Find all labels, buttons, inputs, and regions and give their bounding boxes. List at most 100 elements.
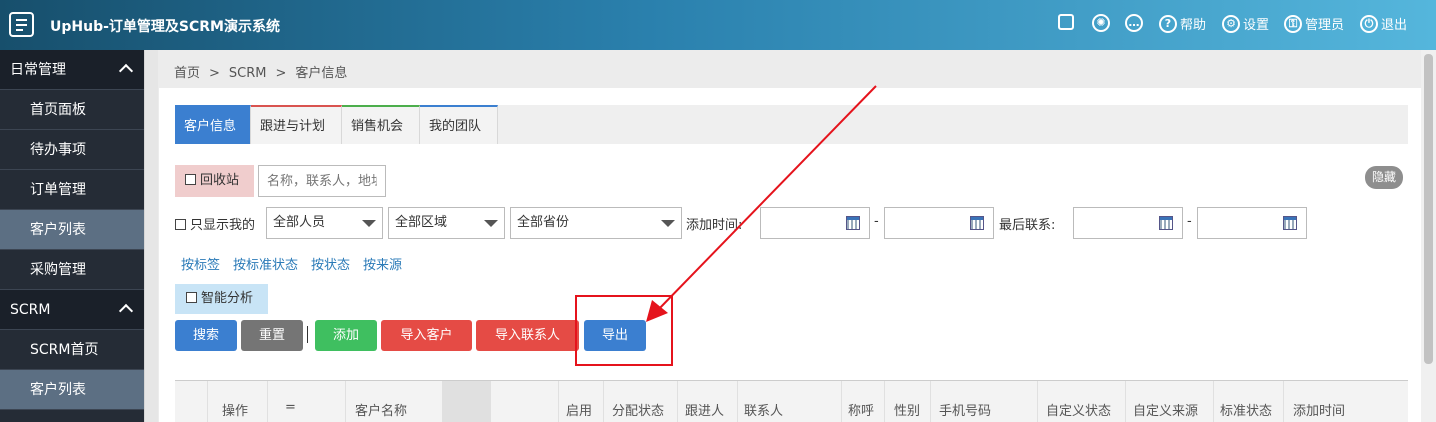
breadcrumb-sep: > [275,66,287,81]
only-mine-label: 只显示我的 [190,218,256,233]
logout-label: 退出 [1381,18,1408,33]
sidebar-item-purchase[interactable]: 采购管理 [0,250,144,290]
quick-filter-links: 按标签 按标准状态 按状态 按来源 [181,254,415,273]
last-contact-label: 最后联系: [999,218,1056,233]
button-separator [307,326,308,343]
scrollbar-thumb[interactable] [1424,54,1433,364]
region-select[interactable]: 全部区域 [388,207,505,239]
user-button[interactable]: ⚿ 管理员 [1284,14,1344,33]
column-header[interactable]: 联系人 [744,400,783,419]
sidebar-group-label: SCRM [10,302,51,318]
date-dash: - [874,214,879,229]
column-header: = [285,400,296,415]
smart-analysis-toggle[interactable]: 智能分析 [175,284,268,314]
link-by-tag[interactable]: 按标签 [181,258,220,273]
hide-button[interactable]: 隐藏 [1365,166,1403,189]
import-customer-button[interactable]: 导入客户 [381,320,472,351]
help-label: 帮助 [1180,18,1207,33]
last-contact-end[interactable] [1197,207,1307,239]
column-header[interactable]: 启用 [566,400,592,419]
column-header[interactable]: 自定义状态 [1046,400,1111,419]
sidebar-group-label: 日常管理 [10,62,66,78]
sidebar: 日常管理 首页面板 待办事项 订单管理 客户列表 采购管理 SCRM SCRM首… [0,50,144,422]
column-header: 操作 [222,404,249,419]
breadcrumb-current: 客户信息 [295,66,348,81]
calendar-icon[interactable] [846,216,860,230]
column-header[interactable]: 添加时间 [1293,400,1345,419]
recycle-bin-filter[interactable]: 回收站 [175,165,254,197]
print-button[interactable] [1058,14,1077,30]
reset-button[interactable]: 重置 [241,320,303,351]
sidebar-item-scrm-customers[interactable]: 客户列表 [0,370,144,410]
help-button[interactable]: ? 帮助 [1159,14,1206,33]
theme-button[interactable]: ✺ [1092,14,1113,32]
column-header[interactable]: 跟进人 [685,400,724,419]
add-button[interactable]: 添加 [315,320,377,351]
printer-icon [1058,14,1074,30]
sidebar-item-todo[interactable]: 待办事项 [0,130,144,170]
column-header[interactable]: 性别 [894,400,920,419]
tab-follow-up[interactable]: 跟进与计划 [251,105,342,144]
link-by-standard-status[interactable]: 按标准状态 [233,258,298,273]
calendar-icon[interactable] [970,216,984,230]
add-time-start[interactable] [760,207,870,239]
smart-analysis-checkbox[interactable] [186,292,197,303]
breadcrumb-scrm[interactable]: SCRM [229,66,267,81]
column-toggle[interactable] [442,381,491,422]
date-dash: - [1187,214,1192,229]
breadcrumb-home[interactable]: 首页 [174,66,200,81]
power-icon: ⏻ [1360,14,1378,33]
lightbulb-icon: ✺ [1092,14,1110,32]
table-header: 操作 = 客户名称 启用 分配状态 跟进人 联系人 称呼 性别 手机号码 自定义… [175,380,1408,422]
sidebar-item-orders[interactable]: 订单管理 [0,170,144,210]
person-select[interactable]: 全部人员 [266,207,383,239]
column-header[interactable]: 称呼 [848,400,874,419]
link-by-source[interactable]: 按来源 [363,258,402,273]
column-header[interactable]: 手机号码 [939,400,991,419]
sidebar-item-scrm-home[interactable]: SCRM首页 [0,330,144,370]
question-icon: ? [1159,14,1177,33]
only-mine-checkbox[interactable] [175,219,186,230]
tab-bar: 客户信息 跟进与计划 销售机会 我的团队 [175,105,1408,144]
menu-list-icon[interactable] [9,12,34,37]
sidebar-group-daily[interactable]: 日常管理 [0,50,144,90]
province-select[interactable]: 全部省份 [510,207,682,239]
sidebar-item-dashboard[interactable]: 首页面板 [0,90,144,130]
sidebar-item-customers[interactable]: 客户列表 [0,210,144,250]
app-title: UpHub-订单管理及SCRM演示系统 [50,19,280,35]
last-contact-start[interactable] [1073,207,1183,239]
recycle-label: 回收站 [200,173,240,188]
search-input[interactable] [258,165,386,197]
breadcrumb-sep: > [209,66,220,81]
calendar-icon[interactable] [1159,216,1173,230]
add-time-label: 添加时间: [686,218,743,233]
user-label: 管理员 [1305,18,1345,33]
add-time-end[interactable] [884,207,994,239]
tab-customer-info[interactable]: 客户信息 [175,105,251,144]
column-header[interactable]: 客户名称 [355,400,407,419]
column-header[interactable]: 自定义来源 [1133,400,1198,419]
lock-icon: ⚿ [1284,14,1302,33]
highlight-box [575,295,673,366]
column-header[interactable]: 标准状态 [1220,400,1272,419]
recycle-checkbox[interactable] [185,174,196,185]
chevron-up-icon [118,63,134,79]
tab-sales-opportunity[interactable]: 销售机会 [342,105,420,144]
import-contact-button[interactable]: 导入联系人 [476,320,579,351]
calendar-icon[interactable] [1283,216,1297,230]
chat-button[interactable]: … [1125,14,1146,32]
settings-label: 设置 [1243,18,1270,33]
gear-icon: ⚙ [1222,14,1240,33]
logout-button[interactable]: ⏻ 退出 [1360,14,1407,33]
sidebar-gutter [144,50,158,422]
column-header[interactable]: 分配状态 [612,400,664,419]
breadcrumb: 首页 > SCRM > 客户信息 [174,62,356,81]
smart-analysis-label: 智能分析 [201,291,254,306]
link-by-status[interactable]: 按状态 [311,258,350,273]
only-mine-filter[interactable]: 只显示我的 [175,214,255,233]
sidebar-group-scrm[interactable]: SCRM [0,290,144,330]
tab-my-team[interactable]: 我的团队 [420,105,498,144]
search-button[interactable]: 搜索 [175,320,237,351]
settings-button[interactable]: ⚙ 设置 [1222,14,1269,33]
chat-icon: … [1125,14,1143,32]
